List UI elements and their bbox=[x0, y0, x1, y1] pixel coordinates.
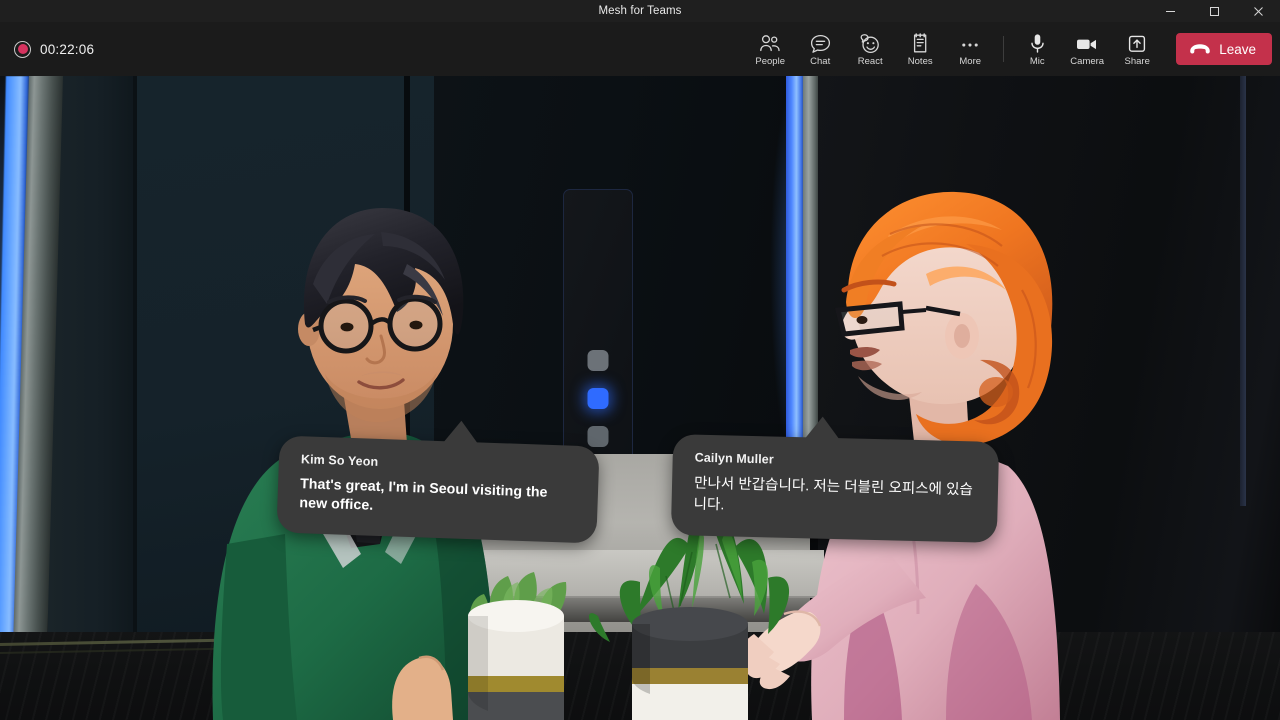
bubble-tail-left bbox=[443, 420, 479, 444]
window-title: Mesh for Teams bbox=[598, 5, 682, 17]
chat-icon bbox=[810, 32, 831, 54]
maximize-button[interactable] bbox=[1192, 0, 1236, 22]
notes-icon bbox=[911, 32, 930, 54]
camera-button[interactable]: Camera bbox=[1062, 24, 1112, 74]
hangup-icon bbox=[1189, 43, 1211, 55]
caption-text: 만나서 반갑습니다. 저는 더블린 오피스에 있습니다. bbox=[693, 475, 974, 514]
right-wall-seam bbox=[1240, 76, 1246, 506]
more-button[interactable]: More bbox=[945, 24, 995, 74]
recording-indicator: 00:22:06 bbox=[10, 22, 94, 76]
panel-button-active[interactable] bbox=[587, 388, 609, 409]
leave-button[interactable]: Leave bbox=[1176, 33, 1272, 65]
people-icon bbox=[759, 32, 781, 54]
caption-speaker-name: Cailyn Muller bbox=[694, 450, 774, 467]
microphone-icon bbox=[1029, 32, 1046, 54]
meeting-toolbar: 00:22:06 People Chat React Notes More Mi… bbox=[0, 22, 1280, 76]
react-icon bbox=[859, 32, 882, 54]
wall-seam bbox=[133, 76, 137, 644]
people-button[interactable]: People bbox=[745, 24, 795, 74]
panel-button-bottom[interactable] bbox=[587, 426, 609, 447]
mesh-for-teams-window: Mesh for Teams 00:22:06 People Chat Reac… bbox=[0, 0, 1280, 720]
caption-bubble-left[interactable]: Kim So Yeon That's great, I'm in Seoul v… bbox=[276, 420, 600, 544]
mic-label: Mic bbox=[1029, 55, 1045, 67]
camera-icon bbox=[1075, 32, 1099, 54]
share-icon bbox=[1127, 32, 1147, 54]
react-label: React bbox=[857, 55, 883, 67]
bubble-tail-right bbox=[805, 416, 840, 440]
mic-button[interactable]: Mic bbox=[1012, 24, 1062, 74]
camera-label: Camera bbox=[1070, 55, 1105, 67]
chat-label: Chat bbox=[810, 55, 831, 67]
leave-label: Leave bbox=[1219, 41, 1256, 57]
more-icon bbox=[959, 32, 981, 54]
react-button[interactable]: React bbox=[845, 24, 895, 74]
minimize-button[interactable] bbox=[1148, 0, 1192, 22]
caption-bubble-right[interactable]: Cailyn Muller 만나서 반갑습니다. 저는 더블린 오피스에 있습니… bbox=[670, 416, 1000, 543]
record-icon bbox=[14, 40, 31, 58]
caption-text: That's great, I'm in Seoul visiting the … bbox=[299, 476, 548, 514]
notes-label: Notes bbox=[907, 55, 933, 67]
avatar-cailyn-muller[interactable] bbox=[740, 114, 1140, 720]
avatar-kim-so-yeon[interactable] bbox=[175, 124, 575, 720]
title-bar: Mesh for Teams bbox=[0, 0, 1280, 22]
people-label: People bbox=[755, 55, 785, 67]
caption-speaker-name: Kim So Yeon bbox=[300, 452, 379, 469]
window-controls bbox=[1148, 0, 1280, 22]
toolbar-divider bbox=[1003, 36, 1005, 62]
close-button[interactable] bbox=[1236, 0, 1280, 22]
virtual-meeting-scene: Kim So Yeon That's great, I'm in Seoul v… bbox=[0, 76, 1280, 720]
more-label: More bbox=[959, 55, 982, 67]
chat-button[interactable]: Chat bbox=[795, 24, 845, 74]
toolbar-actions: People Chat React Notes More Mic Camera … bbox=[745, 22, 1280, 76]
notes-button[interactable]: Notes bbox=[895, 24, 945, 74]
share-button[interactable]: Share bbox=[1112, 24, 1162, 74]
elapsed-time: 00:22:06 bbox=[40, 41, 95, 57]
wall-panel-left bbox=[48, 76, 138, 652]
panel-button-top[interactable] bbox=[587, 350, 609, 371]
share-label: Share bbox=[1124, 55, 1150, 67]
